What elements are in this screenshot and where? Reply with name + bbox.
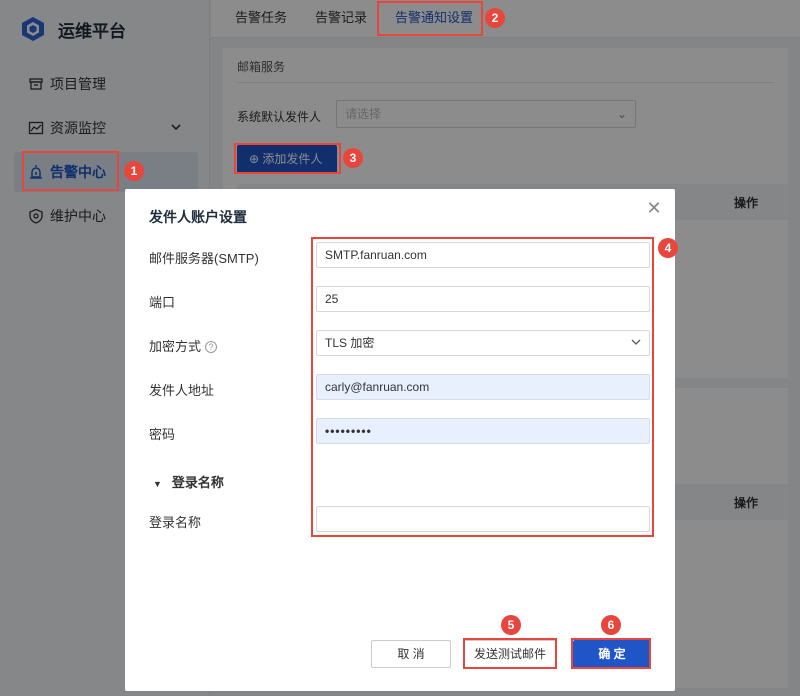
annotation-badge-5: 5 <box>501 615 521 635</box>
triangle-down-icon: ▼ <box>153 479 162 489</box>
login-group-toggle[interactable]: ▼ 登录名称 <box>153 472 224 491</box>
annotation-badge-4: 4 <box>658 238 678 258</box>
annotation-badge-6: 6 <box>601 615 621 635</box>
annotation-highlight-form-fields <box>311 237 654 537</box>
sender-address-label: 发件人地址 <box>149 383 215 398</box>
annotation-badge-2: 2 <box>485 8 505 28</box>
encryption-label-text: 加密方式 <box>149 339 202 354</box>
encryption-label: 加密方式? <box>149 336 218 355</box>
login-group-label: 登录名称 <box>171 475 224 490</box>
annotation-highlight-notification-tab <box>377 1 483 36</box>
annotation-badge-3: 3 <box>343 148 363 168</box>
cancel-button[interactable]: 取 消 <box>371 640 451 668</box>
annotation-badge-1: 1 <box>124 161 144 181</box>
annotation-highlight-confirm <box>571 638 651 669</box>
password-label: 密码 <box>149 427 176 442</box>
annotation-highlight-add-sender <box>234 143 341 174</box>
dialog-title: 发件人账户设置 <box>149 209 247 225</box>
annotation-highlight-alarm-center <box>22 151 119 191</box>
login-name-label: 登录名称 <box>149 515 202 530</box>
port-label: 端口 <box>149 295 176 310</box>
close-icon[interactable]: ✕ <box>645 199 663 217</box>
help-icon[interactable]: ? <box>205 341 218 353</box>
annotation-highlight-test-email <box>463 638 557 669</box>
smtp-label: 邮件服务器(SMTP) <box>149 251 259 266</box>
